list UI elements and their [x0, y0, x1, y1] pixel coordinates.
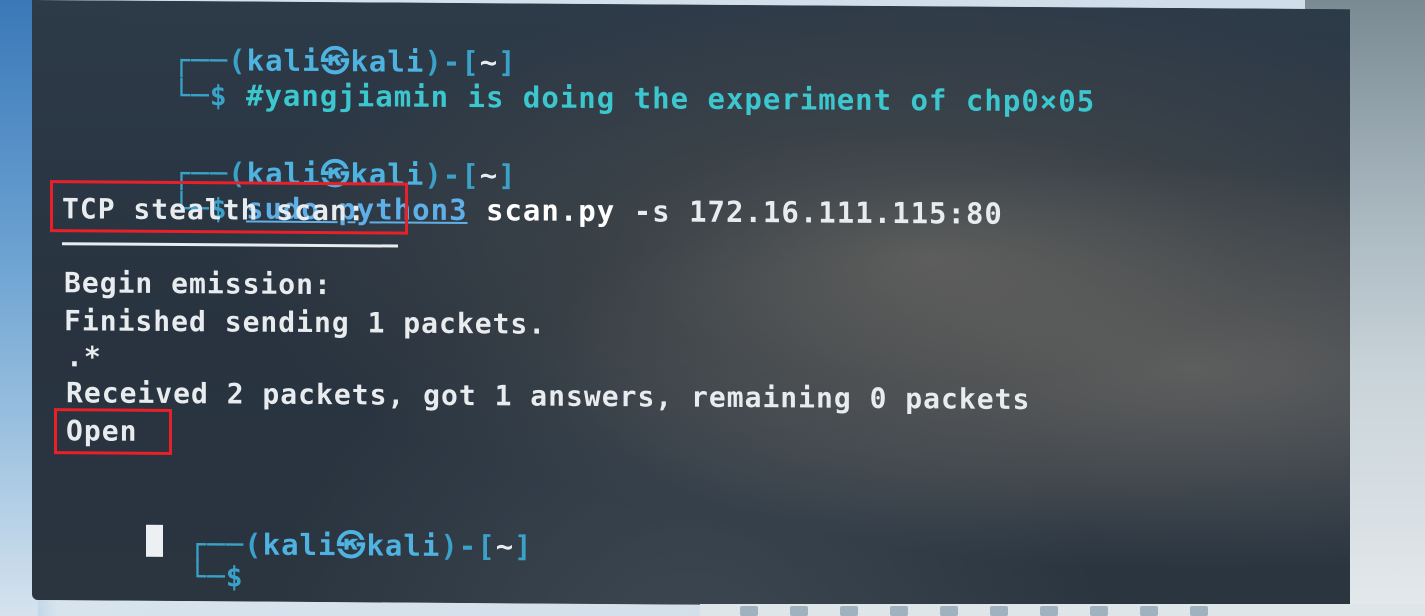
prompt-corner: └─ — [172, 77, 210, 113]
taskbar-strip — [700, 604, 1425, 616]
command-text: #yangjiamin is doing the experiment of c… — [246, 78, 1096, 119]
terminal-window[interactable]: ┌──(kali㉿kali)-[~] └─$ #yangjiamin is do… — [32, 0, 1350, 610]
taskbar-app-icon[interactable] — [940, 606, 958, 616]
prompt-host: kali — [366, 528, 441, 563]
command-line-3[interactable]: └─$ — [78, 524, 262, 616]
output-line-1: Begin emission: — [64, 266, 332, 302]
output-line-2: Finished sending 1 packets. — [64, 304, 547, 341]
prompt-dollar: $ — [209, 79, 228, 113]
taskbar-app-icon[interactable] — [740, 606, 758, 616]
prompt-cwd: ~ — [495, 529, 515, 564]
taskbar-app-icon[interactable] — [990, 606, 1008, 616]
command-file: scan.py — [486, 193, 616, 229]
taskbar-app-icon[interactable] — [1190, 606, 1208, 616]
highlight-box-title — [50, 180, 408, 235]
prompt-user: kali — [262, 527, 337, 563]
output-line-3: .* — [66, 340, 102, 374]
taskbar-app-icon[interactable] — [840, 606, 858, 616]
taskbar-app-icon[interactable] — [1140, 606, 1158, 616]
taskbar-app-icon[interactable] — [890, 606, 908, 616]
taskbar-app-icon[interactable] — [1040, 606, 1058, 616]
screen-photo: ┌──(kali㉿kali)-[~] └─$ #yangjiamin is do… — [0, 0, 1425, 616]
taskbar-app-icon[interactable] — [790, 606, 808, 616]
text-cursor — [146, 524, 163, 557]
prompt-dollar: $ — [225, 560, 244, 594]
prompt-corner: └─ — [188, 559, 226, 594]
command-args: -s 172.16.111.115:80 — [633, 194, 1003, 231]
prompt-close-bracket: )-[ — [440, 528, 496, 564]
prompt-end-bracket: ] — [514, 529, 533, 564]
prompt-at-symbol: ㉿ — [336, 528, 367, 563]
taskbar-app-icon[interactable] — [1090, 606, 1108, 616]
output-line-4: Received 2 packets, got 1 answers, remai… — [66, 376, 1031, 416]
highlight-box-result — [54, 408, 172, 455]
